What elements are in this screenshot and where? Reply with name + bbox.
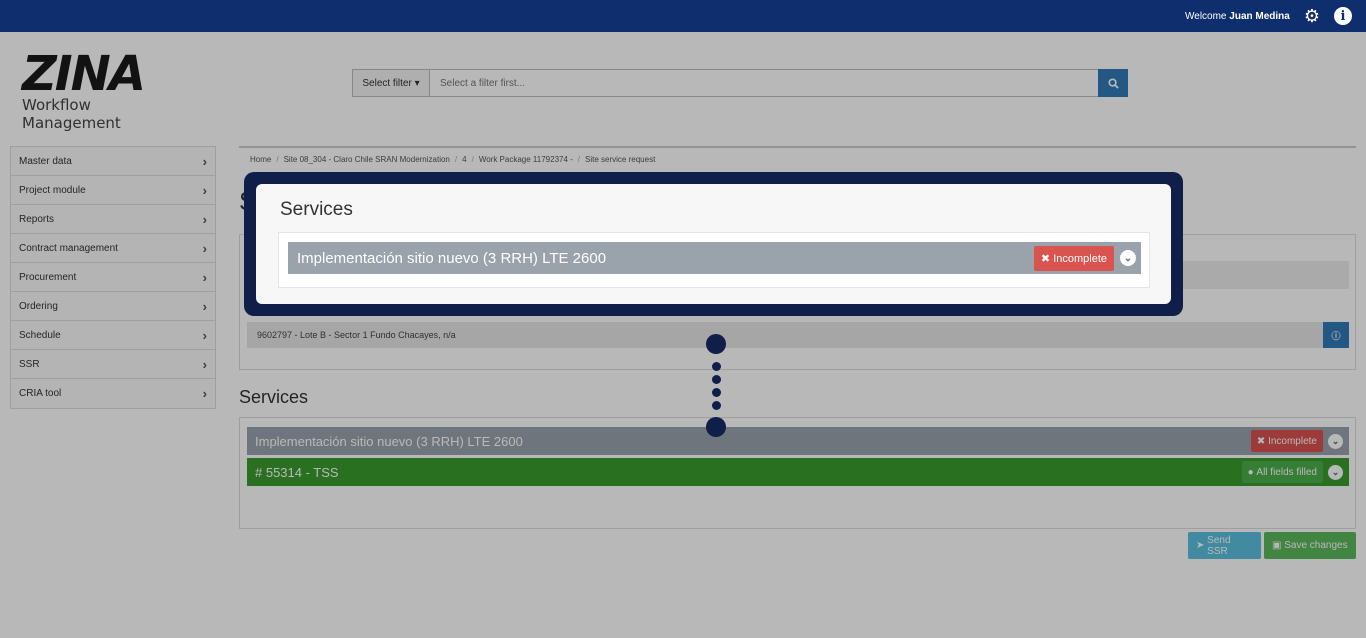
connector-dot [712,375,721,384]
gear-icon[interactable]: ⚙ [1304,7,1320,25]
callout-service-label: Implementación sitio nuevo (3 RRH) LTE 2… [297,249,607,267]
callout-services-heading: Services [280,199,353,220]
info-icon[interactable]: i [1334,7,1352,25]
callout-status-badge: ✖ Incomplete [1033,246,1114,271]
connector-dot-large [706,334,726,354]
welcome-text: Welcome Juan Medina [1185,10,1290,22]
connector-dot [712,388,721,397]
connector-dot [712,362,721,371]
connector-dot [712,401,721,410]
callout-panel: Services Implementación sitio nuevo (3 R… [256,184,1171,304]
close-icon: ✖ [1040,253,1051,265]
top-navbar: Welcome Juan Medina ⚙ i [0,0,1366,32]
dim-overlay [0,32,1366,638]
connector-dot-large [706,417,726,437]
chevron-down-icon[interactable]: ⌄ [1120,250,1136,266]
user-name[interactable]: Juan Medina [1229,11,1290,22]
zoom-callout: Services Implementación sitio nuevo (3 R… [244,172,1183,316]
callout-service-row[interactable]: Implementación sitio nuevo (3 RRH) LTE 2… [288,242,1141,274]
callout-services-box: Implementación sitio nuevo (3 RRH) LTE 2… [278,232,1150,288]
